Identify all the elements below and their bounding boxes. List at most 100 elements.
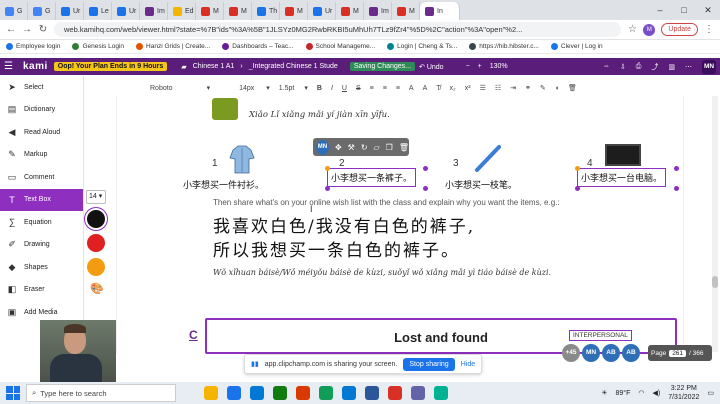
browser-tab[interactable]: Ur (112, 2, 140, 20)
resize-handle[interactable] (325, 166, 330, 171)
underline-icon[interactable]: U (342, 85, 347, 92)
taskbar-app-icon[interactable] (365, 386, 379, 400)
forward-icon[interactable]: → (22, 24, 32, 35)
browser-tab[interactable]: M (196, 2, 224, 20)
share-icon[interactable]: ⤴ (651, 62, 658, 72)
clock[interactable]: 3:22 PM 7/31/2022 (668, 384, 699, 402)
document-name[interactable]: _Integrated Chinese 1 Stude (249, 63, 338, 70)
taskbar-app-icon[interactable] (319, 386, 333, 400)
document-page[interactable]: Xiǎo Lǐ xiǎng mǎi yí jiàn xīn yīfu. MN ✥… (116, 96, 684, 354)
tools-icon[interactable]: ⚒ (348, 143, 355, 152)
textbox-answer-4[interactable]: 小李想买一台电脑。 (577, 168, 667, 187)
zoom-out-icon[interactable]: − (466, 63, 470, 70)
sidebar-item-comment[interactable]: ▭ Comment (0, 166, 83, 189)
highlight-color-icon[interactable]: A (423, 85, 428, 92)
taskbar-app-icon[interactable] (250, 386, 264, 400)
collaborator-avatar[interactable]: AB (602, 344, 620, 362)
resize-handle[interactable] (325, 186, 330, 191)
taskbar-app-icon[interactable] (273, 386, 287, 400)
bookmark-item[interactable]: School Manageme... (305, 43, 375, 50)
browser-tab[interactable]: Ur (56, 2, 84, 20)
font-family-select[interactable]: Roboto ▾ (150, 84, 210, 93)
split-icon[interactable]: ▥ (668, 63, 675, 71)
italic-icon[interactable]: I (331, 85, 333, 92)
browser-tab[interactable]: M (336, 2, 364, 20)
line-height-select[interactable]: 1.5pt ▾ (279, 84, 308, 93)
page-number-input[interactable]: 261 (669, 349, 687, 357)
browser-tab[interactable]: G (0, 2, 28, 20)
bullet-list-icon[interactable]: ☰ (480, 84, 486, 92)
sidebar-item-read-aloud[interactable]: ◀ Read Aloud (0, 121, 83, 144)
link-icon[interactable]: ⚭ (525, 84, 531, 92)
color-swatch[interactable] (87, 258, 105, 276)
text-color-icon[interactable]: A (409, 85, 414, 92)
duplicate-icon[interactable]: ❐ (386, 143, 393, 152)
superscript-icon[interactable]: x² (465, 85, 471, 92)
stop-sharing-button[interactable]: Stop sharing (403, 357, 455, 371)
close-icon[interactable]: ✕ (696, 0, 720, 20)
bookmark-item[interactable]: https://hib.hibster.c... (469, 43, 539, 50)
undo-button[interactable]: ↶ Undo (419, 63, 444, 71)
wifi-icon[interactable]: ◠ (638, 389, 644, 397)
browser-tab[interactable]: Ur (308, 2, 336, 20)
edit-icon[interactable]: ✎ (540, 84, 546, 92)
hamburger-menu-icon[interactable]: ☰ (0, 61, 13, 72)
profile-avatar[interactable]: M (643, 23, 656, 36)
windows-start-icon[interactable] (6, 386, 20, 400)
microphone-icon[interactable]: ◖ (555, 85, 559, 92)
rotate-icon[interactable]: ↻ (361, 143, 368, 152)
scrollbar-thumb[interactable] (712, 276, 718, 288)
delete-icon[interactable]: 🗑 (568, 84, 577, 92)
bold-icon[interactable]: B (317, 85, 322, 92)
back-icon[interactable]: ← (6, 24, 16, 35)
scrollbar-track[interactable] (712, 96, 718, 352)
sidebar-item-dictionary[interactable]: ▤ Dictionary (0, 99, 83, 122)
more-icon[interactable]: ⋯ (685, 63, 692, 71)
update-button[interactable]: Update (661, 23, 698, 36)
numbered-list-icon[interactable]: ☷ (495, 84, 501, 92)
subscript-icon[interactable]: x₂ (450, 85, 456, 92)
taskbar-app-icon[interactable] (388, 386, 402, 400)
paint-icon[interactable]: ▱ (374, 143, 380, 152)
reload-icon[interactable]: ↻ (38, 24, 48, 35)
sidebar-item-equation[interactable]: ∑ Equation (0, 211, 83, 234)
textbox-answer-2[interactable]: 小李想买一条裤子。 (327, 168, 417, 187)
trash-icon[interactable]: 🗑 (399, 143, 409, 152)
palette-icon[interactable]: 🎨 (90, 282, 110, 295)
taskbar-app-icon[interactable] (227, 386, 241, 400)
sidebar-item-shapes[interactable]: ◆ Shapes (0, 256, 83, 279)
bookmark-item[interactable]: Hanzi Grids | Create... (136, 43, 210, 50)
browser-tab[interactable]: G (28, 2, 56, 20)
browser-tab[interactable]: Le (84, 2, 112, 20)
zoom-level[interactable]: 130% (490, 63, 508, 70)
bookmark-item[interactable]: Login | Cheng & Ts... (387, 43, 457, 50)
sidebar-item-select[interactable]: ➤ Select (0, 76, 83, 99)
resize-handle[interactable] (674, 186, 679, 191)
resize-handle[interactable] (575, 186, 580, 191)
clear-format-icon[interactable]: T̸ (436, 85, 440, 92)
taskbar-app-icon[interactable] (204, 386, 218, 400)
collaborator-avatar[interactable]: AB (622, 344, 640, 362)
class-name[interactable]: Chinese 1 A1 (193, 63, 235, 70)
browser-tab[interactable]: Ed (168, 2, 196, 20)
bookmark-item[interactable]: Dashboards – Teac... (222, 43, 294, 50)
taskbar-app-icon[interactable] (296, 386, 310, 400)
print-icon[interactable]: ⎙ (636, 63, 642, 71)
kebab-menu-icon[interactable]: ⋮ (704, 24, 714, 35)
browser-tab[interactable]: In (420, 2, 460, 20)
download-icon[interactable]: ⇩ (620, 63, 626, 71)
sidebar-item-drawing[interactable]: ✐ Drawing (0, 234, 83, 257)
minimize-icon[interactable]: – (648, 0, 672, 20)
sidebar-item-markup[interactable]: ✎ Markup (0, 144, 83, 167)
star-icon[interactable]: ☆ (627, 24, 637, 35)
more-collaborators-badge[interactable]: +45 (562, 344, 580, 362)
resize-handle[interactable] (423, 166, 428, 171)
volume-icon[interactable]: ◀) (653, 389, 661, 397)
taskbar-search[interactable]: ⌕ Type here to search (26, 384, 176, 402)
weather-icon[interactable]: ☀ (601, 389, 607, 397)
browser-tab[interactable]: M (224, 2, 252, 20)
maximize-icon[interactable]: □ (672, 0, 696, 20)
plan-promo-banner[interactable]: Oop! Your Plan Ends in 9 Hours (53, 62, 168, 71)
collaborator-avatar[interactable]: MN (582, 344, 600, 362)
font-size-select[interactable]: 14px ▾ (239, 84, 270, 93)
